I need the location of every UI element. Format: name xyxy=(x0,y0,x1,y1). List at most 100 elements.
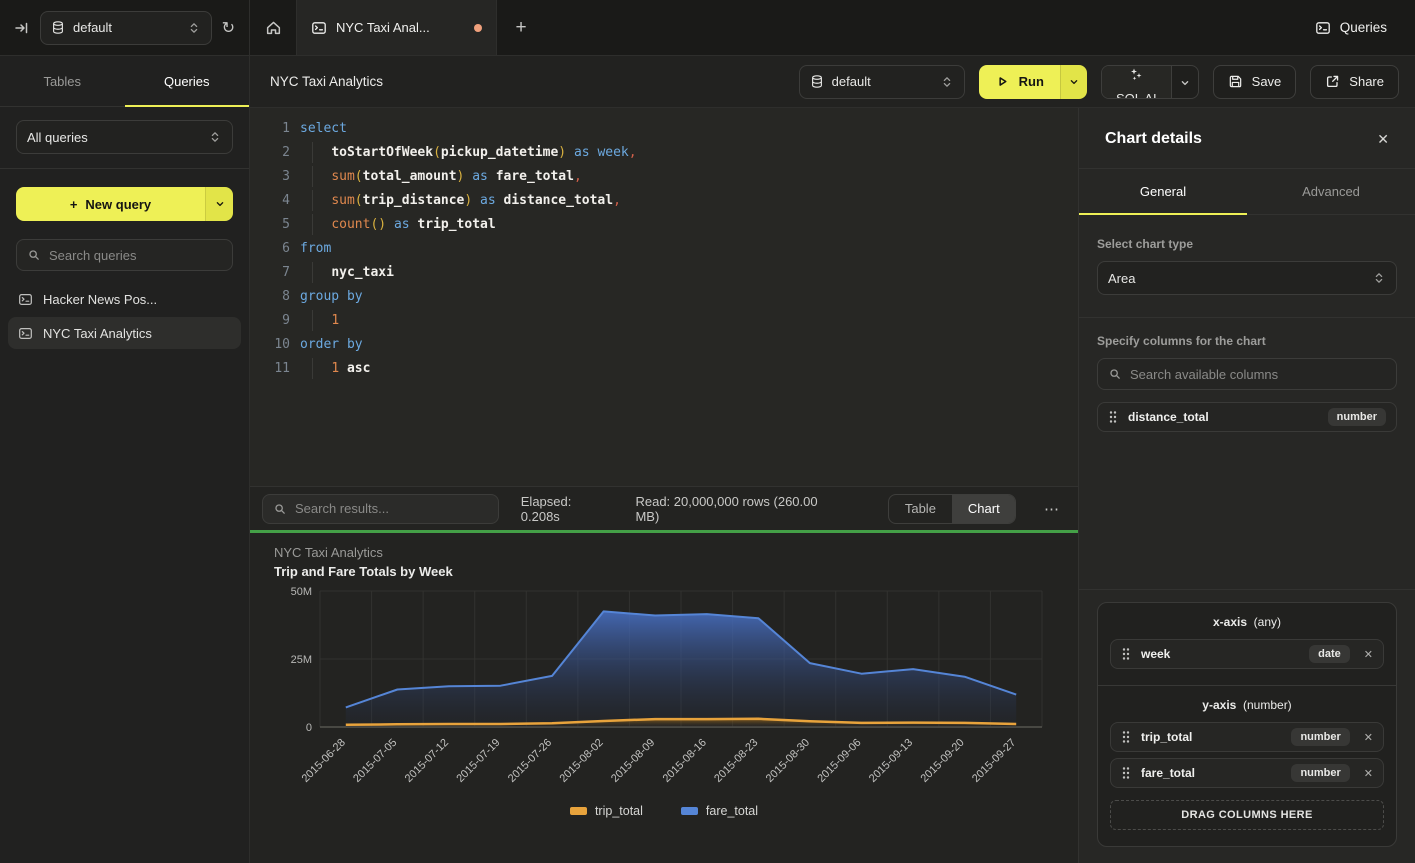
new-query-caret[interactable] xyxy=(205,187,233,221)
rows-read: Read: 20,000,000 rows (260.00 MB) xyxy=(635,494,843,524)
drag-handle-icon[interactable] xyxy=(1108,410,1118,424)
y-axis-column-fare-total[interactable]: fare_total number ✕ xyxy=(1110,758,1384,788)
available-column-distance-total[interactable]: distance_total number xyxy=(1097,402,1397,432)
column-type-badge: number xyxy=(1291,764,1349,782)
drop-zone[interactable]: DRAG COLUMNS HERE xyxy=(1110,800,1384,830)
chart-type-select[interactable]: Area xyxy=(1097,261,1397,295)
sparkles-icon xyxy=(1128,66,1144,82)
queries-button[interactable]: Queries xyxy=(1287,0,1415,55)
svg-text:2015-09-20: 2015-09-20 xyxy=(918,737,966,785)
chevron-updown-icon xyxy=(208,130,222,144)
more-options-icon[interactable]: ⋯ xyxy=(1038,500,1066,518)
svg-text:2015-07-19: 2015-07-19 xyxy=(454,737,502,785)
query-list: Hacker News Pos... NYC Taxi Analytics xyxy=(8,283,241,349)
run-button[interactable]: Run xyxy=(979,65,1060,99)
chart-subtitle: Trip and Fare Totals by Week xyxy=(274,564,1054,579)
new-query-button[interactable]: + New query xyxy=(16,187,205,221)
chevron-updown-icon xyxy=(1372,271,1386,285)
x-axis-section: x-axis (any) week date ✕ xyxy=(1098,603,1396,685)
sql-ai-caret[interactable] xyxy=(1171,66,1198,99)
share-icon xyxy=(1325,74,1340,89)
sql-ai-button[interactable]: SQL AI xyxy=(1102,66,1171,99)
app-window: default ↻ NYC Taxi Anal... + Queries NYC xyxy=(0,0,1415,863)
y-axis-section: y-axis (number) trip_total number ✕ xyxy=(1098,685,1396,846)
database-icon xyxy=(810,74,824,89)
search-results-input[interactable] xyxy=(295,501,488,516)
x-axis-heading: x-axis (any) xyxy=(1110,615,1384,629)
sidebar-tabs: Tables Queries xyxy=(0,56,249,107)
view-toggle-chart[interactable]: Chart xyxy=(952,495,1016,523)
sidebar: Tables Queries All queries + New query xyxy=(0,56,250,863)
save-button[interactable]: Save xyxy=(1213,65,1297,99)
search-columns-field[interactable] xyxy=(1097,358,1397,390)
svg-text:2015-06-28: 2015-06-28 xyxy=(300,737,348,785)
drag-handle-icon[interactable] xyxy=(1121,647,1131,661)
svg-text:0: 0 xyxy=(306,722,312,734)
search-queries-field[interactable] xyxy=(16,239,233,271)
main-area: 1234567891011 select toStartOfWeek(picku… xyxy=(250,108,1078,863)
columns-label: Specify columns for the chart xyxy=(1097,334,1397,348)
chart-title: NYC Taxi Analytics xyxy=(274,545,1054,560)
y-axis-column-trip-total[interactable]: trip_total number ✕ xyxy=(1110,722,1384,752)
drag-handle-icon[interactable] xyxy=(1121,730,1131,744)
column-name: trip_total xyxy=(1141,730,1192,744)
collapse-sidebar-icon[interactable] xyxy=(14,20,30,36)
share-button-label: Share xyxy=(1349,74,1384,89)
tab-advanced[interactable]: Advanced xyxy=(1247,169,1415,214)
legend-item-fare-total[interactable]: fare_total xyxy=(681,804,758,818)
database-select[interactable]: default xyxy=(40,11,212,45)
close-icon[interactable]: ✕ xyxy=(1377,131,1389,148)
chart-panel: NYC Taxi Analytics Trip and Fare Totals … xyxy=(250,533,1078,863)
chart-legend: trip_total fare_total xyxy=(274,804,1054,818)
drag-handle-icon[interactable] xyxy=(1121,766,1131,780)
area-chart[interactable]: 025M50M2015-06-282015-07-052015-07-12201… xyxy=(274,585,1054,799)
search-columns-input[interactable] xyxy=(1130,367,1386,382)
play-icon xyxy=(995,74,1010,89)
svg-text:2015-08-09: 2015-08-09 xyxy=(609,737,657,785)
tab-general[interactable]: General xyxy=(1079,169,1247,214)
chevron-updown-icon xyxy=(187,21,201,35)
chevron-updown-icon xyxy=(940,75,954,89)
toolbar-database-value: default xyxy=(832,74,871,89)
home-tab[interactable] xyxy=(250,0,297,55)
query-toolbar: NYC Taxi Analytics default Run xyxy=(250,56,1415,108)
new-query-label: New query xyxy=(85,197,151,212)
remove-column-icon[interactable]: ✕ xyxy=(1364,767,1373,780)
chart-type-value: Area xyxy=(1108,271,1135,286)
remove-column-icon[interactable]: ✕ xyxy=(1364,731,1373,744)
save-button-label: Save xyxy=(1252,74,1282,89)
terminal-icon xyxy=(311,20,327,36)
query-title: NYC Taxi Analytics xyxy=(270,74,383,89)
query-item-label: NYC Taxi Analytics xyxy=(43,326,152,341)
legend-item-trip-total[interactable]: trip_total xyxy=(570,804,643,818)
run-options-caret[interactable] xyxy=(1060,65,1087,99)
axes-config-box: x-axis (any) week date ✕ y-axis xyxy=(1097,602,1397,847)
search-results-field[interactable] xyxy=(262,494,499,524)
remove-column-icon[interactable]: ✕ xyxy=(1364,648,1373,661)
tab-nyc-taxi-analytics[interactable]: NYC Taxi Anal... xyxy=(297,0,497,55)
new-tab-button[interactable]: + xyxy=(497,0,545,55)
sql-editor[interactable]: 1234567891011 select toStartOfWeek(picku… xyxy=(250,108,1078,486)
unsaved-dot-icon xyxy=(474,24,482,32)
panel-tabs: General Advanced xyxy=(1079,169,1415,215)
tab-label: NYC Taxi Anal... xyxy=(336,20,430,35)
view-toggle: Table Chart xyxy=(888,494,1016,524)
refresh-icon[interactable]: ↻ xyxy=(222,18,235,38)
view-toggle-table[interactable]: Table xyxy=(889,495,952,523)
toolbar-database-select[interactable]: default xyxy=(799,65,965,99)
terminal-icon xyxy=(1315,20,1331,36)
x-axis-column-week[interactable]: week date ✕ xyxy=(1110,639,1384,669)
chart-type-label: Select chart type xyxy=(1097,237,1397,251)
svg-text:2015-07-05: 2015-07-05 xyxy=(351,737,399,785)
queries-filter-select[interactable]: All queries xyxy=(16,120,233,154)
column-type-badge: date xyxy=(1309,645,1350,663)
sidebar-tab-tables[interactable]: Tables xyxy=(0,56,125,106)
share-button[interactable]: Share xyxy=(1310,65,1399,99)
terminal-icon xyxy=(18,326,33,341)
query-list-item-selected[interactable]: NYC Taxi Analytics xyxy=(8,317,241,349)
query-list-item[interactable]: Hacker News Pos... xyxy=(8,283,241,315)
search-icon xyxy=(273,502,287,516)
search-queries-input[interactable] xyxy=(49,248,222,263)
legend-label: fare_total xyxy=(706,804,758,818)
sidebar-tab-queries[interactable]: Queries xyxy=(125,56,250,106)
